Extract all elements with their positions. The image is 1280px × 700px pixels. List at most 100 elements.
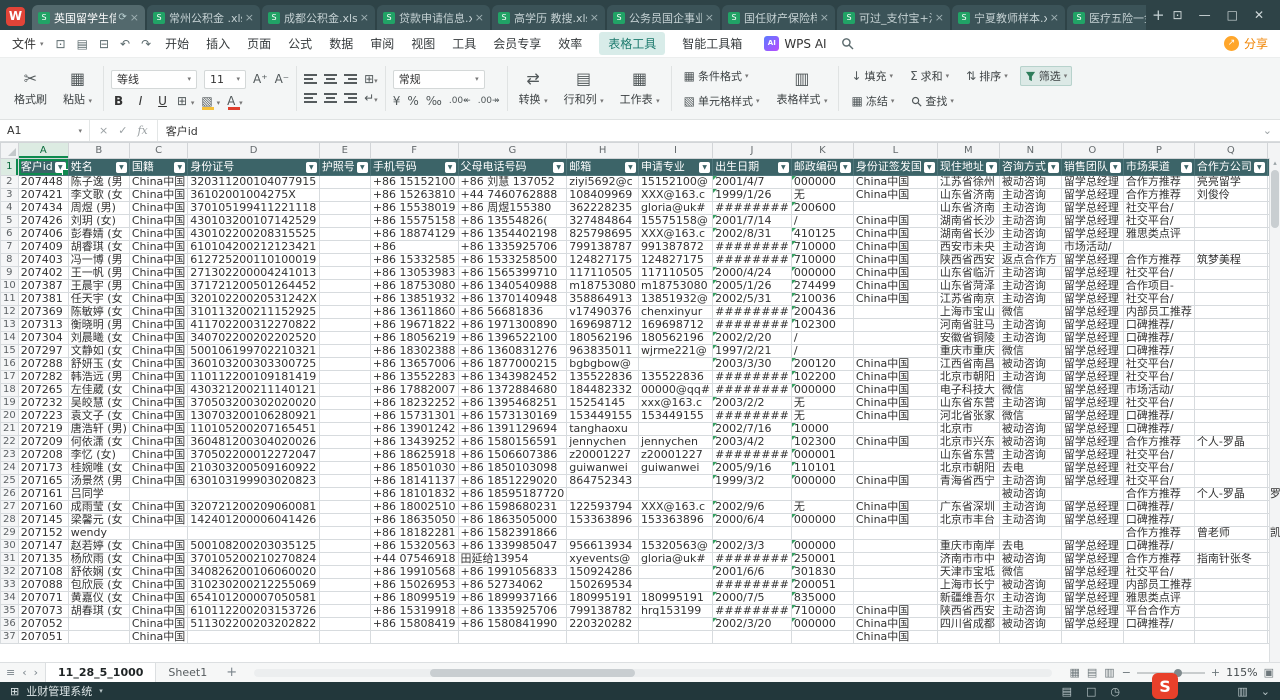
filter-dropdown-button[interactable]: ▼ bbox=[55, 162, 66, 173]
row-header-22[interactable]: 22 bbox=[1, 436, 19, 449]
cell-M32[interactable]: 天津市宝坻 bbox=[937, 566, 999, 579]
cell-L33[interactable] bbox=[853, 579, 937, 592]
cell-M35[interactable]: 陕西省西安 bbox=[937, 605, 999, 618]
table-header-cell-D[interactable]: 身份证号▼ bbox=[188, 159, 320, 176]
cell-L17[interactable]: China中国 bbox=[853, 371, 937, 384]
cell-G2[interactable]: +86 刘慧 137052 bbox=[458, 176, 567, 189]
cell-D15[interactable]: 500106199702210321 bbox=[188, 345, 320, 358]
cell-A37[interactable]: 207051 bbox=[18, 631, 68, 644]
cell-D18[interactable]: 430321200211140121 bbox=[188, 384, 320, 397]
align-top-icon[interactable] bbox=[304, 93, 317, 103]
cell-K10[interactable]: 274499 bbox=[791, 280, 853, 293]
menu-tab-审阅[interactable]: 审阅 bbox=[370, 35, 394, 52]
cell-D32[interactable]: 340826200106060020 bbox=[188, 566, 320, 579]
cell-O23[interactable]: 留学总经理 bbox=[1061, 449, 1123, 462]
cell-O27[interactable]: 留学总经理 bbox=[1061, 501, 1123, 514]
cell-I33[interactable] bbox=[638, 579, 712, 592]
cell-Q29[interactable]: 曾老师 bbox=[1194, 527, 1267, 540]
cell-N37[interactable] bbox=[999, 631, 1061, 644]
cell-C36[interactable]: China中国 bbox=[129, 618, 187, 631]
cell-K6[interactable]: 410125 bbox=[791, 228, 853, 241]
cell-F21[interactable]: +86 13901242 bbox=[370, 423, 458, 436]
cell-D36[interactable]: 511302200203202822 bbox=[188, 618, 320, 631]
cell-G37[interactable] bbox=[458, 631, 567, 644]
cell-E28[interactable] bbox=[319, 514, 370, 527]
increase-decimal-icon[interactable]: .00↞ bbox=[449, 96, 471, 106]
cell-E33[interactable] bbox=[319, 579, 370, 592]
cell-N24[interactable]: 去电 bbox=[999, 462, 1061, 475]
cell-L28[interactable]: China中国 bbox=[853, 514, 937, 527]
print-preview-icon[interactable]: ⊟ bbox=[99, 37, 109, 51]
cell-F16[interactable]: +86 13657006 bbox=[370, 358, 458, 371]
column-header-H[interactable]: H bbox=[567, 143, 639, 159]
increase-font-icon[interactable]: A⁺ bbox=[253, 72, 268, 86]
cell-D6[interactable]: 430102200208315525 bbox=[188, 228, 320, 241]
column-header-L[interactable]: L bbox=[853, 143, 937, 159]
row-header-32[interactable]: 32 bbox=[1, 566, 19, 579]
cell-Q6[interactable] bbox=[1194, 228, 1267, 241]
column-header-C[interactable]: C bbox=[129, 143, 187, 159]
cell-D9[interactable]: 271302200004241013 bbox=[188, 267, 320, 280]
cell-Q34[interactable] bbox=[1194, 592, 1267, 605]
cell-L19[interactable]: China中国 bbox=[853, 397, 937, 410]
cell-A7[interactable]: 207409 bbox=[18, 241, 68, 254]
page-layout-view-icon[interactable]: ▤ bbox=[1087, 666, 1097, 679]
cell-D19[interactable]: 370503200302020020 bbox=[188, 397, 320, 410]
cell-P35[interactable]: 平台合作方 bbox=[1123, 605, 1194, 618]
fill-button[interactable]: ↓填充▾ bbox=[846, 66, 898, 86]
row-header-27[interactable]: 27 bbox=[1, 501, 19, 514]
cell-O33[interactable]: 留学总经理 bbox=[1061, 579, 1123, 592]
decrease-font-icon[interactable]: A⁻ bbox=[275, 72, 290, 86]
cell-Q10[interactable] bbox=[1194, 280, 1267, 293]
close-tab-icon[interactable]: × bbox=[475, 11, 484, 24]
cell-G25[interactable]: +86 1851229020 bbox=[458, 475, 567, 488]
cell-E22[interactable] bbox=[319, 436, 370, 449]
cell-G35[interactable]: +86 1335925706 bbox=[458, 605, 567, 618]
font-name-select[interactable]: 等线▾ bbox=[111, 70, 197, 89]
cell-I36[interactable] bbox=[638, 618, 712, 631]
cell-P15[interactable]: 口碑推荐/ bbox=[1123, 345, 1194, 358]
cell-N27[interactable]: 主动咨询 bbox=[999, 501, 1061, 514]
cell-L13[interactable] bbox=[853, 319, 937, 332]
cell-D10[interactable]: 371721200501264452 bbox=[188, 280, 320, 293]
filter-dropdown-button[interactable]: ▼ bbox=[445, 162, 456, 173]
cell-M36[interactable]: 四川省成都 bbox=[937, 618, 999, 631]
cell-A12[interactable]: 207369 bbox=[18, 306, 68, 319]
cell-M13[interactable]: 河南省驻马 bbox=[937, 319, 999, 332]
cell-C18[interactable]: China中国 bbox=[129, 384, 187, 397]
cell-M17[interactable]: 北京市朝阳 bbox=[937, 371, 999, 384]
close-button[interactable]: ✕ bbox=[1254, 8, 1264, 22]
cell-B20[interactable]: 袁文子 (女 bbox=[68, 410, 129, 423]
cell-G23[interactable]: +86 1506607386 bbox=[458, 449, 567, 462]
cell-D28[interactable]: 142401200006041426 bbox=[188, 514, 320, 527]
cell-K31[interactable]: 250001 bbox=[791, 553, 853, 566]
cell-Q28[interactable] bbox=[1194, 514, 1267, 527]
cell-F14[interactable]: +86 18056219 bbox=[370, 332, 458, 345]
cell-A22[interactable]: 207209 bbox=[18, 436, 68, 449]
row-header-24[interactable]: 24 bbox=[1, 462, 19, 475]
cell-L30[interactable] bbox=[853, 540, 937, 553]
select-all-corner[interactable] bbox=[1, 143, 19, 159]
cell-I34[interactable]: 180995191 bbox=[638, 592, 712, 605]
cell-M22[interactable]: 北京市兴东 bbox=[937, 436, 999, 449]
cell-I16[interactable] bbox=[638, 358, 712, 371]
cell-M5[interactable]: 湖南省长沙 bbox=[937, 215, 999, 228]
column-header-O[interactable]: O bbox=[1061, 143, 1123, 159]
cell-L21[interactable] bbox=[853, 423, 937, 436]
cell-E17[interactable] bbox=[319, 371, 370, 384]
filter-dropdown-button[interactable]: ▼ bbox=[174, 162, 185, 173]
new-document-tab-button[interactable]: + bbox=[1152, 6, 1165, 24]
cell-E10[interactable] bbox=[319, 280, 370, 293]
cell-F13[interactable]: +86 19671822 bbox=[370, 319, 458, 332]
cell-F20[interactable]: +86 15731301 bbox=[370, 410, 458, 423]
cell-Q8[interactable]: 筑梦美程 bbox=[1194, 254, 1267, 267]
cell-N16[interactable]: 被动咨询 bbox=[999, 358, 1061, 371]
cell-A30[interactable]: 207147 bbox=[18, 540, 68, 553]
cell-O28[interactable]: 留学总经理 bbox=[1061, 514, 1123, 527]
cell-K17[interactable]: 102200 bbox=[791, 371, 853, 384]
cell-E5[interactable] bbox=[319, 215, 370, 228]
sort-button[interactable]: ⇅排序▾ bbox=[961, 66, 1013, 86]
cell-E27[interactable] bbox=[319, 501, 370, 514]
menu-tab-视图[interactable]: 视图 bbox=[411, 35, 435, 52]
row-header-12[interactable]: 12 bbox=[1, 306, 19, 319]
